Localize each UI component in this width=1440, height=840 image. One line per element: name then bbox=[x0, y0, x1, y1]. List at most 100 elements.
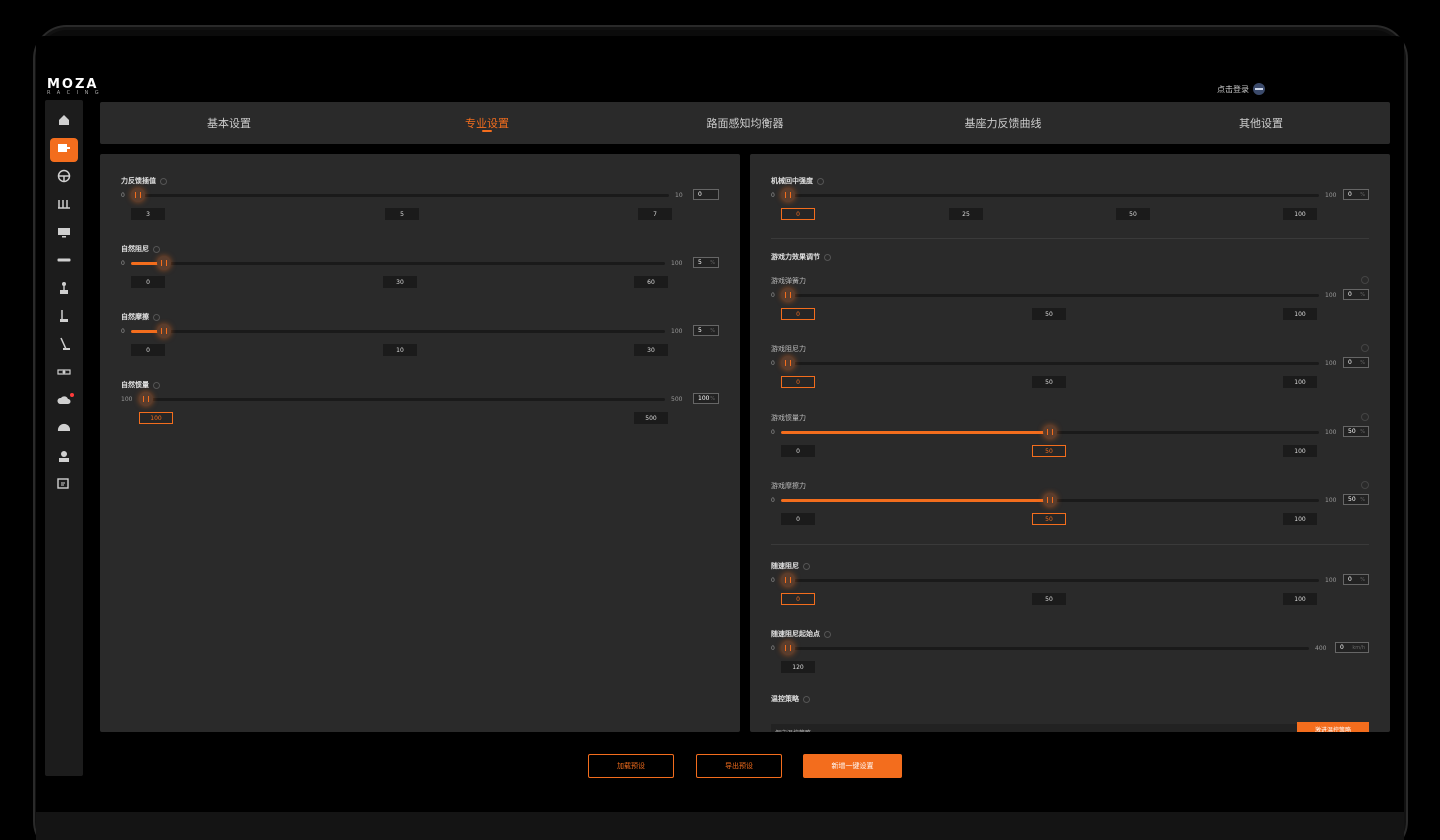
game-damper-slider-track[interactable] bbox=[781, 356, 1319, 370]
tab-0[interactable]: 基本设置 bbox=[100, 102, 358, 144]
sidebar-item-home[interactable] bbox=[50, 110, 78, 134]
game-spring-preset-chip[interactable]: 50 bbox=[1032, 308, 1066, 320]
game-damper-preset-chip[interactable]: 100 bbox=[1283, 376, 1317, 388]
speed-damper-value[interactable]: 0 bbox=[1348, 576, 1352, 583]
game-friction-slider-thumb[interactable] bbox=[1043, 493, 1057, 507]
game-spring-slider-thumb[interactable] bbox=[781, 288, 795, 302]
speed-damper-start-value[interactable]: 0 bbox=[1340, 644, 1344, 651]
info-icon[interactable] bbox=[817, 177, 824, 185]
tab-3[interactable]: 基座力反馈曲线 bbox=[874, 102, 1132, 144]
speed-damper-start-preset-chip[interactable]: 120 bbox=[781, 661, 815, 673]
sidebar-item-stick[interactable] bbox=[50, 334, 78, 358]
natural-inertia-slider-track[interactable] bbox=[139, 392, 665, 406]
mech-center-preset-chip[interactable]: 50 bbox=[1116, 208, 1150, 220]
info-icon[interactable] bbox=[824, 253, 831, 261]
game-spring-value[interactable]: 0 bbox=[1348, 291, 1352, 298]
game-friction-slider-track[interactable] bbox=[781, 493, 1319, 507]
game-spring-value-input[interactable]: 0% bbox=[1343, 289, 1369, 300]
info-icon[interactable] bbox=[160, 177, 167, 185]
natural-inertia-value[interactable]: 100 bbox=[698, 395, 709, 402]
game-inertia-slider-track[interactable] bbox=[781, 425, 1319, 439]
speed-damper-start-slider-thumb[interactable] bbox=[781, 641, 795, 655]
speed-damper-start-slider-track[interactable] bbox=[781, 641, 1309, 655]
speed-damper-preset-chip[interactable]: 0 bbox=[781, 593, 815, 605]
aggressive-strategy-button[interactable]: 激进温控策略 bbox=[1297, 722, 1369, 732]
load-preset-button[interactable]: 加载预设 bbox=[588, 754, 674, 778]
game-damper-toggle[interactable] bbox=[1361, 344, 1369, 352]
natural-friction-preset-chip[interactable]: 10 bbox=[383, 344, 417, 356]
natural-damper-slider-thumb[interactable] bbox=[157, 256, 171, 270]
ffb-interp-preset-chip[interactable]: 5 bbox=[385, 208, 419, 220]
game-damper-value-input[interactable]: 0% bbox=[1343, 357, 1369, 368]
game-damper-value[interactable]: 0 bbox=[1348, 359, 1352, 366]
speed-damper-value-input[interactable]: 0% bbox=[1343, 574, 1369, 585]
natural-friction-slider-thumb[interactable] bbox=[157, 324, 171, 338]
info-icon[interactable] bbox=[803, 695, 810, 703]
natural-damper-value[interactable]: 5 bbox=[698, 259, 702, 266]
sidebar-item-wheelbase[interactable] bbox=[50, 138, 78, 162]
speed-damper-preset-chip[interactable]: 50 bbox=[1032, 593, 1066, 605]
sidebar-item-cloud-update[interactable] bbox=[50, 390, 78, 414]
natural-friction-slider-track[interactable] bbox=[131, 324, 665, 338]
game-damper-slider-thumb[interactable] bbox=[781, 356, 795, 370]
natural-inertia-preset-chip[interactable]: 500 bbox=[634, 412, 668, 424]
info-icon[interactable] bbox=[824, 630, 831, 638]
game-inertia-preset-chip[interactable]: 0 bbox=[781, 445, 815, 457]
sidebar-item-display-strip[interactable] bbox=[50, 250, 78, 274]
mech-center-slider-track[interactable] bbox=[781, 188, 1319, 202]
natural-damper-value-input[interactable]: 5% bbox=[693, 257, 719, 268]
ffb-interp-preset-chip[interactable]: 7 bbox=[638, 208, 672, 220]
info-icon[interactable] bbox=[153, 245, 160, 253]
mech-center-preset-chip[interactable]: 25 bbox=[949, 208, 983, 220]
sidebar-item-helmet[interactable] bbox=[50, 418, 78, 442]
game-friction-preset-chip[interactable]: 50 bbox=[1032, 513, 1066, 525]
game-spring-preset-chip[interactable]: 0 bbox=[781, 308, 815, 320]
game-friction-preset-chip[interactable]: 0 bbox=[781, 513, 815, 525]
game-friction-value-input[interactable]: 50% bbox=[1343, 494, 1369, 505]
sidebar-item-steering-wheel[interactable] bbox=[50, 166, 78, 190]
tab-4[interactable]: 其他设置 bbox=[1132, 102, 1390, 144]
natural-damper-preset-chip[interactable]: 30 bbox=[383, 276, 417, 288]
user-avatar-icon[interactable] bbox=[1253, 83, 1265, 95]
game-damper-preset-chip[interactable]: 50 bbox=[1032, 376, 1066, 388]
game-inertia-preset-chip[interactable]: 50 bbox=[1032, 445, 1066, 457]
ffb-interp-value-input[interactable]: 0 bbox=[693, 189, 719, 200]
game-inertia-preset-chip[interactable]: 100 bbox=[1283, 445, 1317, 457]
natural-inertia-value-input[interactable]: 100% bbox=[693, 393, 719, 404]
ffb-interp-slider-thumb[interactable] bbox=[131, 188, 145, 202]
game-friction-toggle[interactable] bbox=[1361, 481, 1369, 489]
sidebar-item-hub[interactable] bbox=[50, 362, 78, 386]
natural-damper-slider-track[interactable] bbox=[131, 256, 665, 270]
natural-friction-preset-chip[interactable]: 30 bbox=[634, 344, 668, 356]
tab-1[interactable]: 专业设置 bbox=[358, 102, 616, 144]
speed-damper-slider-track[interactable] bbox=[781, 573, 1319, 587]
game-damper-preset-chip[interactable]: 0 bbox=[781, 376, 815, 388]
info-icon[interactable] bbox=[153, 381, 160, 389]
ffb-interp-slider-track[interactable] bbox=[131, 188, 669, 202]
sidebar-item-user[interactable] bbox=[50, 446, 78, 470]
login-link[interactable]: 点击登录 bbox=[1217, 83, 1265, 95]
game-inertia-slider-thumb[interactable] bbox=[1043, 425, 1057, 439]
mech-center-preset-chip[interactable]: 100 bbox=[1283, 208, 1317, 220]
game-friction-preset-chip[interactable]: 100 bbox=[1283, 513, 1317, 525]
new-quick-setting-button[interactable]: 新增一键设置 bbox=[803, 754, 902, 778]
info-icon[interactable] bbox=[803, 562, 810, 570]
mech-center-preset-chip[interactable]: 0 bbox=[781, 208, 815, 220]
mech-center-slider-thumb[interactable] bbox=[781, 188, 795, 202]
sidebar-item-handbrake[interactable] bbox=[50, 306, 78, 330]
natural-damper-preset-chip[interactable]: 60 bbox=[634, 276, 668, 288]
export-preset-button[interactable]: 导出预设 bbox=[696, 754, 782, 778]
sidebar-item-dashboard[interactable] bbox=[50, 222, 78, 246]
game-spring-preset-chip[interactable]: 100 bbox=[1283, 308, 1317, 320]
ffb-interp-value[interactable]: 0 bbox=[698, 191, 702, 198]
sidebar-item-feedback[interactable] bbox=[50, 474, 78, 498]
sidebar-item-pedals[interactable] bbox=[50, 194, 78, 218]
info-icon[interactable] bbox=[153, 313, 160, 321]
game-spring-toggle[interactable] bbox=[1361, 276, 1369, 284]
speed-damper-start-value-input[interactable]: 0 km/h bbox=[1335, 642, 1369, 653]
tab-2[interactable]: 路面感知均衡器 bbox=[616, 102, 874, 144]
login-label[interactable]: 点击登录 bbox=[1217, 84, 1249, 95]
natural-friction-value[interactable]: 5 bbox=[698, 327, 702, 334]
ffb-interp-preset-chip[interactable]: 3 bbox=[131, 208, 165, 220]
natural-inertia-preset-chip[interactable]: 100 bbox=[139, 412, 173, 424]
